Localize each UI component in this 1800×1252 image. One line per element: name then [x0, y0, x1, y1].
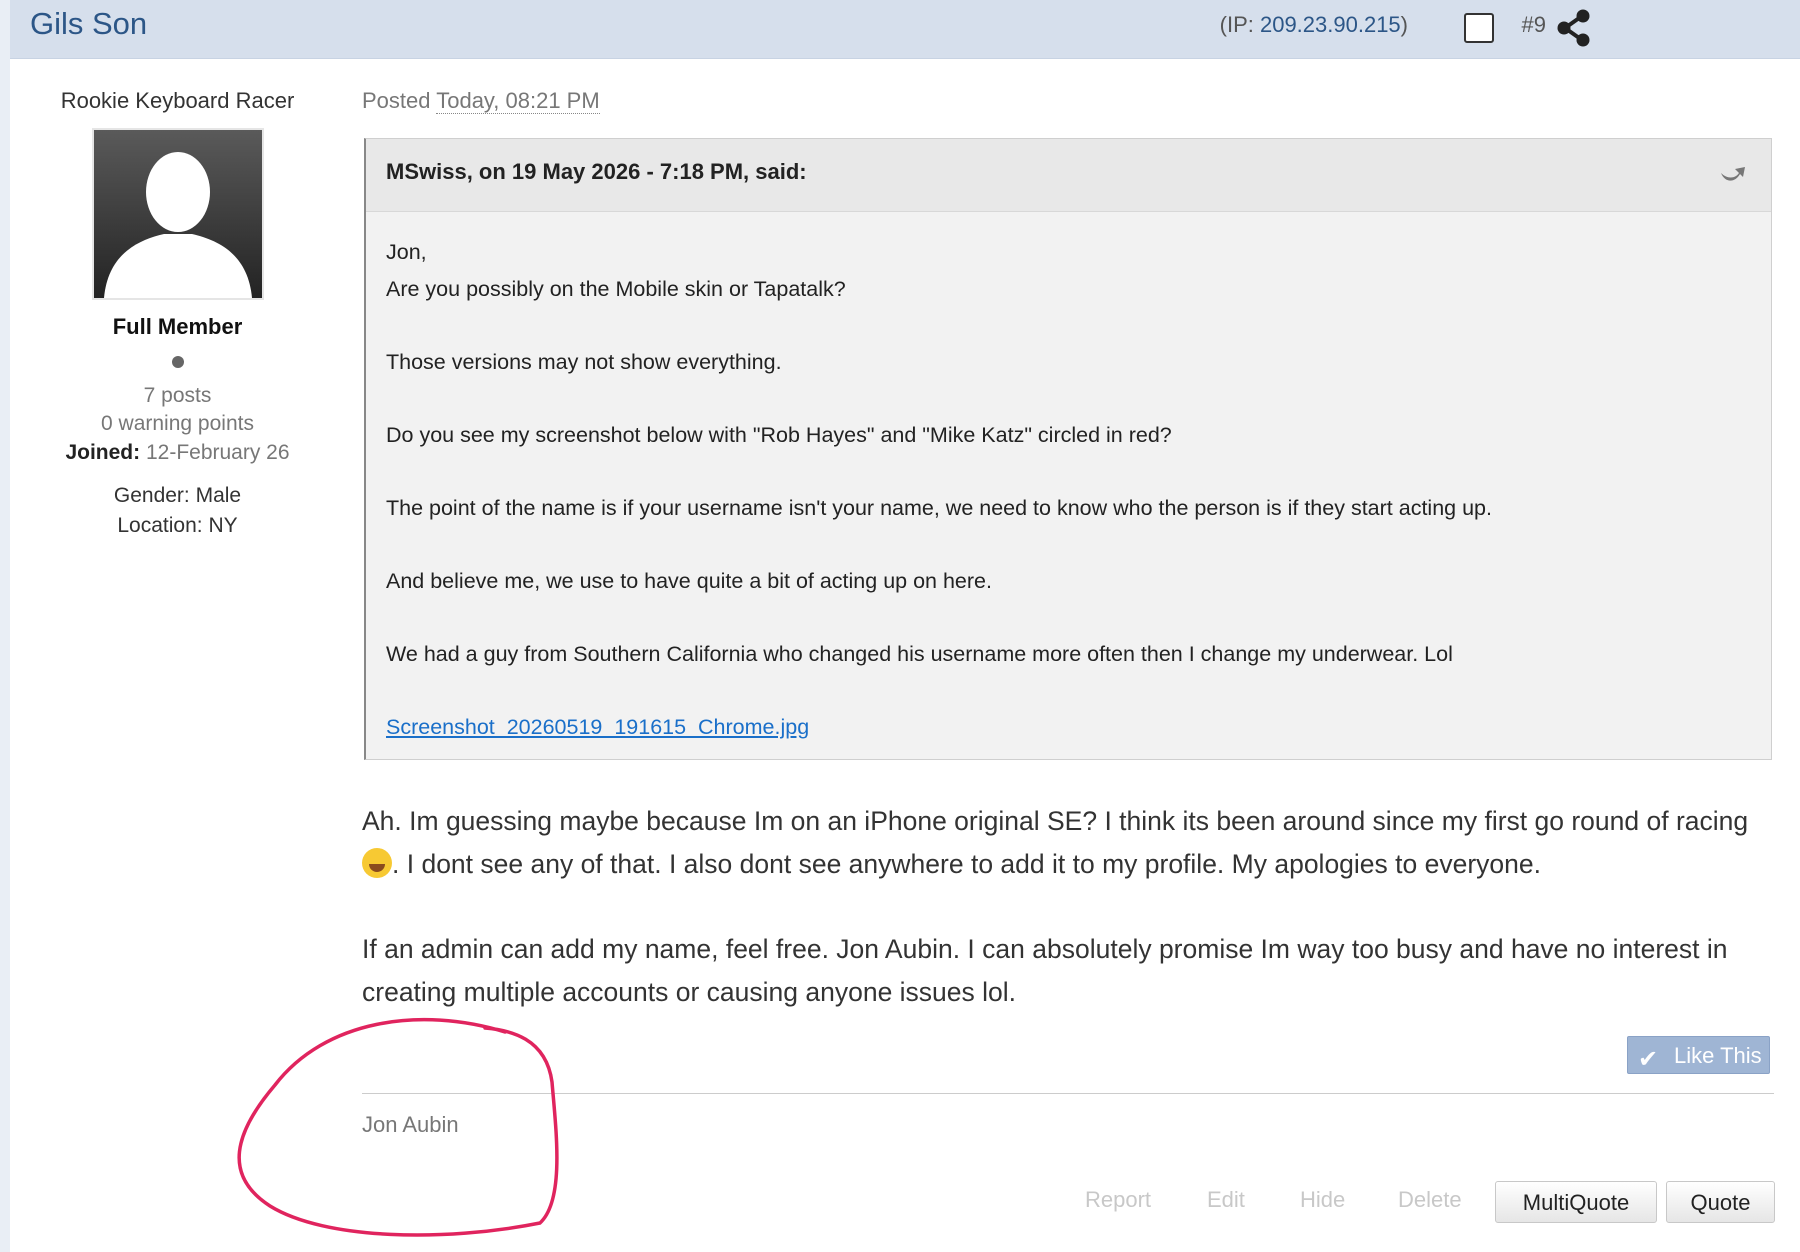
quote-line: And believe me, we use to have quite a b…	[386, 569, 992, 593]
like-label: Like This	[1674, 1043, 1762, 1068]
multiquote-button[interactable]: MultiQuote	[1495, 1181, 1657, 1223]
share-icon[interactable]	[1556, 8, 1592, 48]
warning-points: 0 warning points	[101, 412, 254, 435]
signature-divider	[362, 1093, 1774, 1094]
post-body: Ah. Im guessing maybe because Im on an i…	[362, 800, 1772, 1056]
quote-line: Jon,	[386, 240, 427, 264]
hide-link[interactable]: Hide	[1300, 1187, 1345, 1213]
quote-button[interactable]: Quote	[1666, 1181, 1775, 1223]
ip-suffix: )	[1400, 12, 1408, 37]
quote-header: MSwiss, on 19 May 2026 - 7:18 PM, said:	[366, 139, 1771, 212]
page-left-strip	[0, 0, 10, 1252]
checkmark-icon: ✔	[1638, 1046, 1659, 1073]
location: Location: NY	[117, 514, 238, 537]
rank-title: Rookie Keyboard Racer	[60, 88, 295, 113]
joined-date: Joined: 12-February 26	[10, 441, 345, 465]
joined-value: 12-February 26	[145, 441, 290, 464]
delete-link[interactable]: Delete	[1398, 1187, 1462, 1213]
quote-line: Those versions may not show everything.	[386, 350, 782, 374]
red-annotation-circle	[237, 1017, 559, 1237]
author-name-link[interactable]: Gils Son	[30, 6, 147, 42]
quote-block: MSwiss, on 19 May 2026 - 7:18 PM, said: …	[364, 138, 1772, 760]
ip-address: (IP: 209.23.90.215)	[1220, 12, 1408, 38]
attachment-link[interactable]: Screenshot_20260519_191615_Chrome.jpg	[386, 715, 809, 739]
reply-text: Ah. Im guessing maybe because Im on an i…	[362, 806, 1749, 836]
member-group: Full Member	[112, 314, 243, 339]
quote-line: Do you see my screenshot below with "Rob…	[386, 423, 1172, 447]
posted-timestamp: Posted Today, 08:21 PM	[362, 88, 600, 114]
post-header: Gils Son (IP: 209.23.90.215) #9	[10, 0, 1800, 59]
reply-text: . I dont see any of that. I also dont se…	[392, 849, 1541, 879]
quote-line: The point of the name is if your usernam…	[386, 496, 1492, 520]
quote-body: Jon, Are you possibly on the Mobile skin…	[366, 212, 1771, 746]
report-link[interactable]: Report	[1085, 1187, 1151, 1213]
posted-label: Posted	[362, 88, 431, 113]
joined-label: Joined:	[65, 441, 141, 464]
ip-prefix: (IP:	[1219, 12, 1260, 37]
edit-link[interactable]: Edit	[1207, 1187, 1245, 1213]
view-quoted-post-icon[interactable]	[1717, 163, 1747, 187]
post-number-link[interactable]: #9	[1522, 12, 1546, 38]
avatar[interactable]	[92, 128, 264, 300]
offline-status-icon	[172, 356, 184, 368]
ip-link[interactable]: 209.23.90.215	[1260, 12, 1401, 37]
default-avatar-silhouette-icon	[104, 152, 252, 298]
post-count: 7 posts	[143, 384, 212, 407]
select-post-checkbox[interactable]	[1464, 13, 1494, 43]
posted-date: Today, 08:21 PM	[436, 88, 600, 114]
quote-line: We had a guy from Southern California wh…	[386, 642, 1453, 666]
like-button[interactable]: ✔ Like This	[1627, 1036, 1770, 1074]
laughing-emoji-icon	[362, 848, 392, 878]
gender: Gender: Male	[113, 484, 242, 507]
quote-citation: MSwiss, on 19 May 2026 - 7:18 PM, said:	[386, 159, 807, 184]
quote-line: Are you possibly on the Mobile skin or T…	[386, 277, 846, 301]
reply-paragraph: If an admin can add my name, feel free. …	[362, 934, 1728, 1007]
reply-paragraph: Ah. Im guessing maybe because Im on an i…	[362, 800, 1772, 886]
